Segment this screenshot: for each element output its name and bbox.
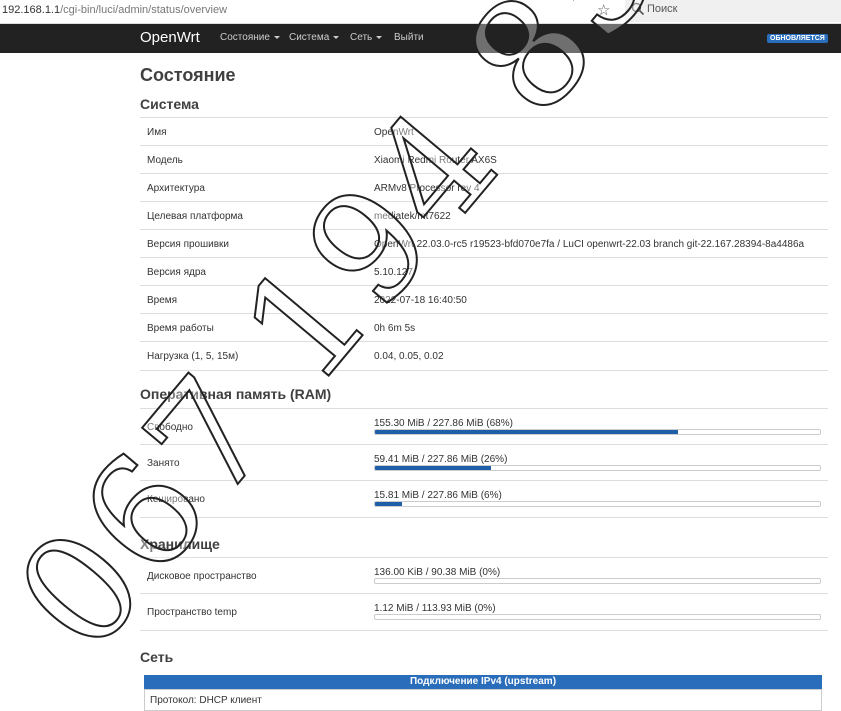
table-row: Время работы 0h 6m 5s — [140, 313, 828, 342]
address-bar[interactable]: 192.168.1.1/cgi-bin/luci/admin/status/ov… — [2, 4, 227, 16]
storage-section-title: Хранилище — [140, 536, 220, 552]
row-value: 136.00 KiB / 90.38 MiB (0%) — [374, 567, 501, 578]
nav-network[interactable]: Сеть — [350, 32, 383, 43]
table-row: Модель Xiaomi Redmi Router AX6S — [140, 145, 828, 174]
progress-fill — [375, 430, 678, 434]
table-row: Дисковое пространство 136.00 KiB / 90.38 … — [140, 557, 828, 594]
navbar: OpenWrt Состояние Система Сеть Выйти ОБН… — [0, 24, 841, 53]
row-value: OpenWrt 22.03.0-rc5 r19523-bfd070e7fa / … — [374, 239, 805, 250]
row-key: Нагрузка (1, 5, 15м) — [147, 351, 239, 362]
ram-section-title: Оперативная память (RAM) — [140, 386, 332, 402]
row-key: Свободно — [147, 422, 193, 433]
chevron-down-icon — [376, 35, 383, 39]
row-key: Время работы — [147, 323, 214, 334]
table-row: Версия ядра 5.10.127 — [140, 257, 828, 286]
progress-bar — [374, 429, 821, 435]
row-key: Имя — [147, 127, 167, 138]
system-section-title: Система — [140, 96, 199, 112]
table-row: Свободно 155.30 MiB / 227.86 MiB (68%) — [140, 408, 828, 445]
row-key: Архитектура — [147, 183, 205, 194]
row-value: 0.04, 0.05, 0.02 — [374, 351, 444, 362]
table-row: Целевая платформа mediatek/mt7622 — [140, 201, 828, 230]
table-row: Время 2022-07-18 16:40:50 — [140, 285, 828, 314]
nav-status-label: Состояние — [220, 32, 270, 43]
row-value: Xiaomi Redmi Router AX6S — [374, 155, 497, 166]
browser-toolbar: 192.168.1.1/cgi-bin/luci/admin/status/ov… — [0, 0, 841, 24]
refresh-status-badge[interactable]: ОБНОВЛЯЕТСЯ — [767, 34, 828, 43]
row-key: Модель — [147, 155, 183, 166]
row-value: 1.12 MiB / 113.93 MiB (0%) — [374, 603, 496, 614]
table-row: Кешировано 15.81 MiB / 227.86 MiB (6%) — [140, 480, 828, 518]
nav-logout-label: Выйти — [394, 32, 424, 43]
page-title: Состояние — [140, 65, 236, 85]
url-path: /cgi-bin/luci/admin/status/overview — [60, 4, 228, 16]
ipv4-upstream-header: Подключение IPv4 (upstream) — [144, 675, 822, 689]
progress-bar — [374, 465, 821, 471]
row-key: Версия ядра — [147, 267, 206, 278]
row-value: ARMv8 Processor rev 4 — [374, 183, 480, 194]
row-value: OpenWrt — [374, 127, 414, 138]
nav-status[interactable]: Состояние — [220, 32, 280, 43]
progress-bar — [374, 614, 821, 620]
table-row: Пространство temp 1.12 MiB / 113.93 MiB (… — [140, 593, 828, 631]
nav-logout[interactable]: Выйти — [394, 32, 424, 43]
search-placeholder: Поиск — [647, 3, 678, 15]
chevron-down-icon — [333, 35, 340, 39]
progress-bar — [374, 501, 821, 507]
progress-bar — [374, 578, 821, 584]
ipv4-upstream-box: Протокол: DHCP клиент — [144, 689, 822, 711]
row-value: 2022-07-18 16:40:50 — [374, 295, 467, 306]
row-value: 155.30 MiB / 227.86 MiB (68%) — [374, 418, 513, 429]
bookmark-star-icon[interactable]: ☆ — [597, 1, 610, 19]
row-key: Занято — [147, 458, 180, 469]
chevron-down-icon — [273, 35, 280, 39]
nav-system-label: Система — [289, 32, 330, 43]
nav-network-label: Сеть — [350, 32, 373, 43]
progress-fill — [375, 502, 402, 506]
row-value: 59.41 MiB / 227.86 MiB (26%) — [374, 454, 508, 465]
table-row: Архитектура ARMv8 Processor rev 4 — [140, 173, 828, 202]
row-key: Кешировано — [147, 494, 205, 505]
row-key: Пространство temp — [147, 607, 237, 618]
row-value: mediatek/mt7622 — [374, 211, 451, 222]
nav-system[interactable]: Система — [289, 32, 340, 43]
table-row: Имя OpenWrt — [140, 117, 828, 146]
browser-search-box[interactable]: Поиск — [625, 0, 841, 22]
row-key: Дисковое пространство — [147, 571, 257, 582]
progress-fill — [375, 466, 491, 470]
network-section-title: Сеть — [140, 649, 174, 665]
table-row: Версия прошивки OpenWrt 22.03.0-rc5 r1952… — [140, 229, 828, 258]
row-value: 0h 6m 5s — [374, 323, 416, 334]
row-value: 5.10.127 — [374, 267, 413, 278]
table-row: Занято 59.41 MiB / 227.86 MiB (26%) — [140, 444, 828, 481]
row-key: Время — [147, 295, 178, 306]
row-key: Версия прошивки — [147, 239, 229, 250]
protocol-label: Протокол: DHCP клиент — [150, 695, 262, 706]
search-icon — [631, 2, 645, 16]
row-value: 15.81 MiB / 227.86 MiB (6%) — [374, 490, 502, 501]
row-key: Целевая платформа — [147, 211, 243, 222]
url-host: 192.168.1.1 — [2, 4, 61, 16]
brand-logo[interactable]: OpenWrt — [140, 29, 200, 46]
table-row: Нагрузка (1, 5, 15м) 0.04, 0.05, 0.02 — [140, 341, 828, 371]
